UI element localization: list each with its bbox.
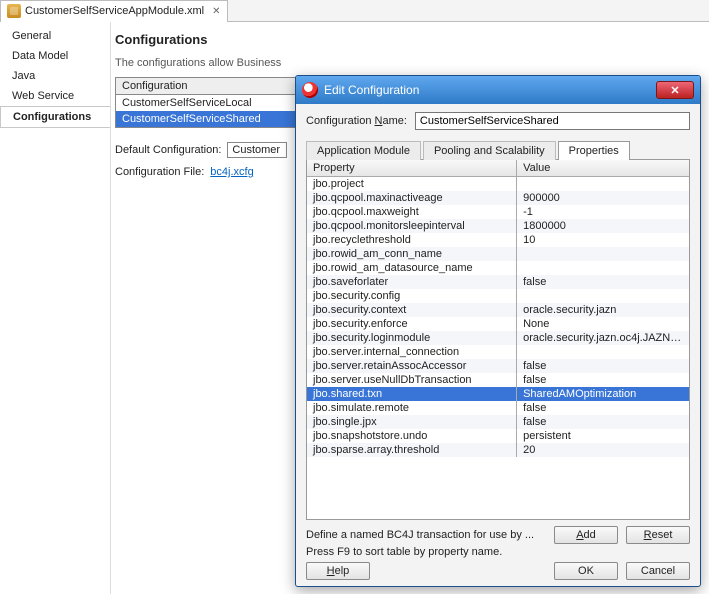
property-row[interactable]: jbo.rowid_am_datasource_name — [307, 261, 689, 275]
config-file-link[interactable]: bc4j.xcfg — [210, 166, 253, 178]
property-value: SharedAMOptimization — [517, 387, 689, 401]
dialog-tab-properties[interactable]: Properties — [558, 141, 630, 160]
property-name: jbo.security.config — [307, 289, 517, 303]
property-row[interactable]: jbo.qcpool.maxinactiveage900000 — [307, 191, 689, 205]
window-close-button[interactable]: ✕ — [656, 81, 694, 99]
property-row[interactable]: jbo.security.contextoracle.security.jazn — [307, 303, 689, 317]
dialog-tab-pooling-and-scalability[interactable]: Pooling and Scalability — [423, 141, 556, 160]
property-row[interactable]: jbo.saveforlaterfalse — [307, 275, 689, 289]
reset-button[interactable]: Reset — [626, 526, 690, 544]
sidenav-item-web-service[interactable]: Web Service — [0, 86, 110, 106]
default-config-label: Default Configuration: — [115, 144, 221, 156]
property-name: jbo.recyclethreshold — [307, 233, 517, 247]
property-name: jbo.rowid_am_conn_name — [307, 247, 517, 261]
page-title: Configurations — [115, 32, 705, 47]
dialog-title: Edit Configuration — [324, 83, 419, 97]
default-config-combo[interactable]: Customer — [227, 142, 287, 158]
dialog-titlebar: Edit Configuration ✕ — [296, 76, 700, 104]
property-row[interactable]: jbo.security.config — [307, 289, 689, 303]
cancel-button[interactable]: Cancel — [626, 562, 690, 580]
property-value — [517, 261, 689, 275]
property-row[interactable]: jbo.qcpool.maxweight-1 — [307, 205, 689, 219]
property-name: jbo.server.useNullDbTransaction — [307, 373, 517, 387]
properties-table: Property Value jbo.projectjbo.qcpool.max… — [306, 160, 690, 520]
config-name-input[interactable] — [415, 112, 690, 130]
sidenav-item-configurations[interactable]: Configurations — [0, 106, 110, 128]
property-name: jbo.rowid_am_datasource_name — [307, 261, 517, 275]
property-name: jbo.security.enforce — [307, 317, 517, 331]
property-row[interactable]: jbo.recyclethreshold10 — [307, 233, 689, 247]
dialog-tabs: Application ModulePooling and Scalabilit… — [306, 140, 690, 160]
property-row[interactable]: jbo.project — [307, 177, 689, 191]
property-row[interactable]: jbo.rowid_am_conn_name — [307, 247, 689, 261]
property-value — [517, 247, 689, 261]
property-name: jbo.security.context — [307, 303, 517, 317]
sort-hint: Press F9 to sort table by property name. — [306, 546, 690, 558]
property-value: false — [517, 401, 689, 415]
add-button[interactable]: Add — [554, 526, 618, 544]
editor-tab[interactable]: CustomerSelfServiceAppModule.xml ✕ — [0, 0, 228, 22]
property-value: 1800000 — [517, 219, 689, 233]
edit-configuration-dialog: Edit Configuration ✕ Configuration Name:… — [295, 75, 701, 587]
property-row[interactable]: jbo.security.loginmoduleoracle.security.… — [307, 331, 689, 345]
property-value: false — [517, 373, 689, 387]
dialog-tab-application-module[interactable]: Application Module — [306, 141, 421, 160]
property-value: None — [517, 317, 689, 331]
property-name: jbo.security.loginmodule — [307, 331, 517, 345]
property-value: 10 — [517, 233, 689, 247]
property-name: jbo.qcpool.maxweight — [307, 205, 517, 219]
property-name: jbo.server.retainAssocAccessor — [307, 359, 517, 373]
property-value — [517, 289, 689, 303]
config-name-label: Configuration Name: — [306, 115, 407, 127]
property-row[interactable]: jbo.server.useNullDbTransactionfalse — [307, 373, 689, 387]
property-row[interactable]: jbo.simulate.remotefalse — [307, 401, 689, 415]
property-name: jbo.simulate.remote — [307, 401, 517, 415]
help-button[interactable]: Help — [306, 562, 370, 580]
ok-button[interactable]: OK — [554, 562, 618, 580]
property-value: oracle.security.jazn — [517, 303, 689, 317]
property-row[interactable]: jbo.qcpool.monitorsleepinterval1800000 — [307, 219, 689, 233]
property-name: jbo.shared.txn — [307, 387, 517, 401]
property-row[interactable]: jbo.snapshotstore.undopersistent — [307, 429, 689, 443]
property-hint: Define a named BC4J transaction for use … — [306, 529, 534, 541]
property-value: 900000 — [517, 191, 689, 205]
property-value: false — [517, 359, 689, 373]
property-value: 20 — [517, 443, 689, 457]
property-row[interactable]: jbo.server.retainAssocAccessorfalse — [307, 359, 689, 373]
property-value: -1 — [517, 205, 689, 219]
column-header-property[interactable]: Property — [307, 160, 517, 176]
close-icon[interactable]: ✕ — [212, 6, 220, 17]
sidenav-item-data-model[interactable]: Data Model — [0, 46, 110, 66]
editor-tab-bar: CustomerSelfServiceAppModule.xml ✕ — [0, 0, 709, 22]
property-value: oracle.security.jazn.oc4j.JAZNUserM... — [517, 331, 689, 345]
oracle-icon — [302, 82, 318, 98]
property-row[interactable]: jbo.sparse.array.threshold20 — [307, 443, 689, 457]
properties-rows[interactable]: jbo.projectjbo.qcpool.maxinactiveage9000… — [307, 177, 689, 519]
property-row[interactable]: jbo.shared.txnSharedAMOptimization — [307, 387, 689, 401]
editor-tab-filename: CustomerSelfServiceAppModule.xml — [25, 5, 204, 17]
property-row[interactable]: jbo.single.jpxfalse — [307, 415, 689, 429]
property-value: false — [517, 275, 689, 289]
side-nav: GeneralData ModelJavaWeb ServiceConfigur… — [0, 22, 110, 594]
config-file-label: Configuration File: — [115, 166, 204, 178]
property-value — [517, 345, 689, 359]
property-name: jbo.qcpool.maxinactiveage — [307, 191, 517, 205]
property-name: jbo.qcpool.monitorsleepinterval — [307, 219, 517, 233]
sidenav-item-general[interactable]: General — [0, 26, 110, 46]
sidenav-item-java[interactable]: Java — [0, 66, 110, 86]
property-name: jbo.server.internal_connection — [307, 345, 517, 359]
app-module-icon — [7, 4, 21, 18]
property-row[interactable]: jbo.server.internal_connection — [307, 345, 689, 359]
property-name: jbo.snapshotstore.undo — [307, 429, 517, 443]
column-header-value[interactable]: Value — [517, 160, 689, 176]
property-row[interactable]: jbo.security.enforceNone — [307, 317, 689, 331]
property-value — [517, 177, 689, 191]
property-value: false — [517, 415, 689, 429]
page-description: The configurations allow Business — [115, 57, 705, 69]
property-name: jbo.project — [307, 177, 517, 191]
property-value: persistent — [517, 429, 689, 443]
property-name: jbo.sparse.array.threshold — [307, 443, 517, 457]
property-name: jbo.single.jpx — [307, 415, 517, 429]
property-name: jbo.saveforlater — [307, 275, 517, 289]
